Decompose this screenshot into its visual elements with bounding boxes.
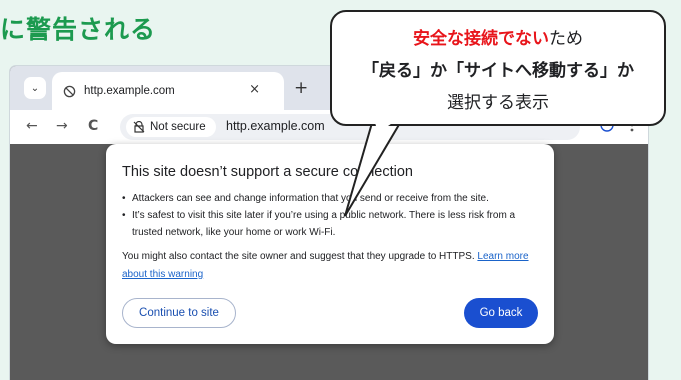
callout-line-1: 安全な接続でないため (332, 24, 664, 49)
list-item: Attackers can see and change information… (122, 190, 542, 207)
page-headline: に警告される (0, 15, 157, 44)
dialog-paragraph-text: You might also contact the site owner an… (122, 251, 475, 262)
dialog-paragraph: You might also contact the site owner an… (122, 248, 542, 284)
active-tab[interactable]: http.example.com × (52, 72, 284, 110)
callout-bubble: 安全な接続でないため 「戻る」か「サイトへ移動する」か 選択する表示 (330, 10, 666, 126)
not-secure-icon (133, 118, 145, 137)
callout-line-1-rest: ため (549, 29, 583, 49)
new-tab-button[interactable]: + (294, 78, 308, 98)
callout-line-3: 選択する表示 (447, 93, 549, 113)
go-back-button[interactable]: Go back (464, 298, 538, 328)
forward-arrow-icon[interactable]: → (56, 118, 68, 134)
insecure-connection-dialog: This site doesn’t support a secure conne… (106, 144, 554, 344)
chevron-down-icon: ⌄ (30, 82, 40, 94)
tab-search-button[interactable]: ⌄ (24, 77, 46, 99)
not-secure-chip[interactable]: Not secure (126, 117, 216, 137)
tab-close-button[interactable]: × (249, 82, 260, 97)
tab-title: http.example.com (84, 85, 175, 97)
dialog-title: This site doesn’t support a secure conne… (122, 164, 413, 180)
globe-icon (62, 84, 76, 98)
not-secure-label: Not secure (150, 121, 206, 133)
back-arrow-icon[interactable]: ← (26, 118, 38, 134)
callout-red-text: 安全な接続でない (413, 29, 549, 49)
reload-icon[interactable]: C (88, 118, 98, 134)
url-text: http.example.com (226, 119, 325, 133)
dialog-bullet-list: Attackers can see and change information… (122, 190, 542, 241)
list-item: It’s safest to visit this site later if … (122, 207, 542, 241)
continue-to-site-button[interactable]: Continue to site (122, 298, 236, 328)
callout-line-2: 「戻る」か「サイトへ移動する」か (362, 61, 634, 81)
